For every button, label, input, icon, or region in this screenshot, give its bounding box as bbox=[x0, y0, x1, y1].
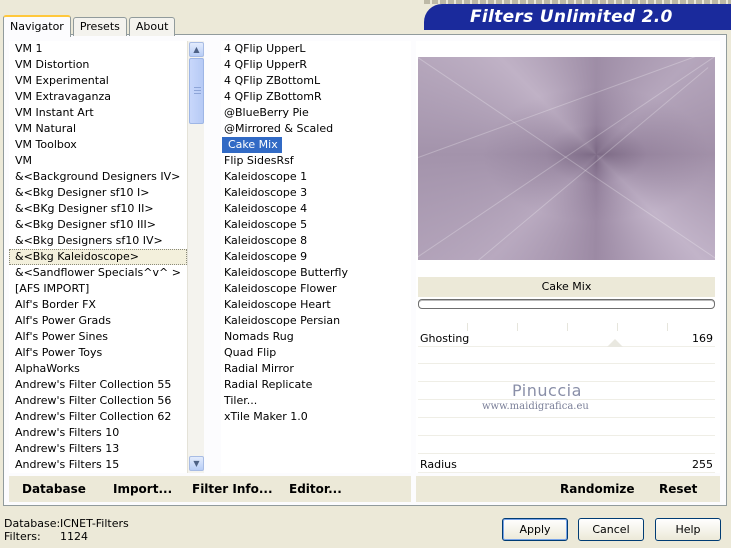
watermark-title: Pinuccia bbox=[512, 381, 582, 400]
category-item[interactable]: VM Experimental bbox=[9, 73, 187, 89]
filter-item[interactable]: Kaleidoscope Flower bbox=[222, 281, 337, 297]
reset-button[interactable]: Reset bbox=[659, 482, 697, 496]
slider-thumb-icon[interactable] bbox=[606, 339, 623, 347]
tab-about[interactable]: About bbox=[128, 17, 176, 36]
filter-info-button[interactable]: Filter Info... bbox=[192, 482, 273, 496]
app-title-banner: Filters Unlimited 2.0 bbox=[424, 4, 731, 30]
category-item[interactable]: [AFS IMPORT] bbox=[9, 281, 187, 297]
database-label: Database: bbox=[4, 517, 61, 530]
filter-item[interactable]: Radial Replicate bbox=[222, 377, 312, 393]
filter-item[interactable]: Kaleidoscope 1 bbox=[222, 169, 307, 185]
category-item[interactable]: &<Bkg Designer sf10 I> bbox=[9, 185, 187, 201]
preview-image bbox=[418, 57, 715, 260]
slider-track-ghosting[interactable] bbox=[418, 323, 715, 331]
filter-item[interactable]: 4 QFlip ZBottomR bbox=[222, 89, 322, 105]
filters-value: 1124 bbox=[60, 530, 88, 543]
help-button[interactable]: Help bbox=[655, 518, 721, 541]
category-item[interactable]: Alf's Power Grads bbox=[9, 313, 187, 329]
category-item[interactable]: Andrew's Filters 10 bbox=[9, 425, 187, 441]
slider-value: 255 bbox=[692, 458, 713, 471]
scroll-up-icon[interactable]: ▲ bbox=[189, 42, 204, 57]
filter-item[interactable]: Cake Mix bbox=[222, 137, 282, 153]
filter-item[interactable]: Kaleidoscope Heart bbox=[222, 297, 331, 313]
category-item[interactable]: &<Bkg Kaleidoscope> bbox=[9, 249, 187, 265]
category-item[interactable]: Andrew's Filter Collection 62 bbox=[9, 409, 187, 425]
category-item[interactable]: Andrew's Filters 13 bbox=[9, 441, 187, 457]
category-item[interactable]: &<Bkg Designers sf10 IV> bbox=[9, 233, 187, 249]
filter-item[interactable]: xTile Maker 1.0 bbox=[222, 409, 308, 425]
editor-button[interactable]: Editor... bbox=[289, 482, 342, 496]
category-item[interactable]: AlphaWorks bbox=[9, 361, 187, 377]
database-value: ICNET-Filters bbox=[60, 517, 129, 530]
category-item[interactable]: &<BKg Designer sf10 II> bbox=[9, 201, 187, 217]
randomize-button[interactable]: Randomize bbox=[560, 482, 634, 496]
filter-item[interactable]: Kaleidoscope 4 bbox=[222, 201, 307, 217]
apply-button[interactable]: Apply bbox=[502, 518, 568, 541]
scroll-thumb[interactable] bbox=[189, 58, 204, 124]
category-item[interactable]: &<Bkg Designer sf10 III> bbox=[9, 217, 187, 233]
category-item[interactable]: VM bbox=[9, 153, 187, 169]
watermark-url: www.maidigrafica.eu bbox=[482, 401, 589, 412]
filters-label: Filters: bbox=[4, 530, 41, 543]
filter-item[interactable]: Radial Mirror bbox=[222, 361, 294, 377]
slider-label: Radius bbox=[420, 458, 457, 471]
category-item[interactable]: VM Natural bbox=[9, 121, 187, 137]
filter-item[interactable]: Kaleidoscope Butterfly bbox=[222, 265, 348, 281]
category-list[interactable]: VM 1 VM Distortion VM Experimental VM Extra… bbox=[9, 41, 187, 473]
filter-item[interactable]: Kaleidoscope 9 bbox=[222, 249, 307, 265]
filter-item[interactable]: Kaleidoscope 3 bbox=[222, 185, 307, 201]
tab-navigator[interactable]: Navigator bbox=[3, 15, 71, 37]
filter-item[interactable]: Tiler... bbox=[222, 393, 257, 409]
category-item[interactable]: VM Extravaganza bbox=[9, 89, 187, 105]
tab-strip: Navigator Presets About bbox=[3, 14, 177, 37]
filter-item[interactable]: Kaleidoscope 8 bbox=[222, 233, 307, 249]
category-scrollbar[interactable]: ▲ ▼ bbox=[187, 41, 204, 473]
category-item[interactable]: VM Toolbox bbox=[9, 137, 187, 153]
filter-item[interactable]: Kaleidoscope 5 bbox=[222, 217, 307, 233]
slider-radius[interactable]: Radius 255 bbox=[418, 457, 715, 473]
filter-item[interactable]: 4 QFlip ZBottomL bbox=[222, 73, 320, 89]
category-item[interactable]: &<Background Designers IV> bbox=[9, 169, 187, 185]
category-item[interactable]: VM 1 bbox=[9, 41, 187, 57]
progress-bar bbox=[418, 299, 715, 309]
slider-label: Ghosting bbox=[420, 332, 470, 345]
category-item[interactable]: &<Sandflower Specials^v^ > bbox=[9, 265, 187, 281]
filter-item[interactable]: 4 QFlip UpperR bbox=[222, 57, 307, 73]
right-button-bar: Randomize Reset bbox=[416, 476, 720, 502]
filter-item[interactable]: 4 QFlip UpperL bbox=[222, 41, 306, 57]
left-button-bar: Database Import... Filter Info... Editor… bbox=[9, 476, 411, 502]
filter-item[interactable]: Quad Flip bbox=[222, 345, 276, 361]
preview-filter-name: Cake Mix bbox=[418, 277, 715, 297]
filter-list[interactable]: 4 QFlip UpperL 4 QFlip UpperR 4 QFlip ZBot… bbox=[221, 41, 411, 473]
category-item[interactable]: Andrew's Filters 15 bbox=[9, 457, 187, 473]
tab-presets[interactable]: Presets bbox=[72, 17, 127, 36]
database-button[interactable]: Database bbox=[22, 482, 86, 496]
category-item[interactable]: Alf's Power Toys bbox=[9, 345, 187, 361]
slider-value: 169 bbox=[692, 332, 713, 345]
category-item[interactable]: Andrew's Filter Collection 56 bbox=[9, 393, 187, 409]
category-item[interactable]: VM Instant Art bbox=[9, 105, 187, 121]
scroll-down-icon[interactable]: ▼ bbox=[189, 456, 204, 471]
filter-item[interactable]: Kaleidoscope Persian bbox=[222, 313, 340, 329]
category-item[interactable]: Alf's Border FX bbox=[9, 297, 187, 313]
status-info: Database:ICNET-Filters Filters: 1124 bbox=[4, 517, 129, 543]
filter-item[interactable]: @Mirrored & Scaled bbox=[222, 121, 333, 137]
cancel-button[interactable]: Cancel bbox=[578, 518, 644, 541]
category-item[interactable]: Alf's Power Sines bbox=[9, 329, 187, 345]
filter-item[interactable]: Nomads Rug bbox=[222, 329, 294, 345]
category-item[interactable]: Andrew's Filter Collection 55 bbox=[9, 377, 187, 393]
slider-ghosting[interactable]: Ghosting 169 bbox=[418, 331, 715, 347]
filter-item[interactable]: @BlueBerry Pie bbox=[222, 105, 309, 121]
import-button[interactable]: Import... bbox=[113, 482, 172, 496]
filter-item[interactable]: Flip SidesRsf bbox=[222, 153, 294, 169]
category-item[interactable]: VM Distortion bbox=[9, 57, 187, 73]
